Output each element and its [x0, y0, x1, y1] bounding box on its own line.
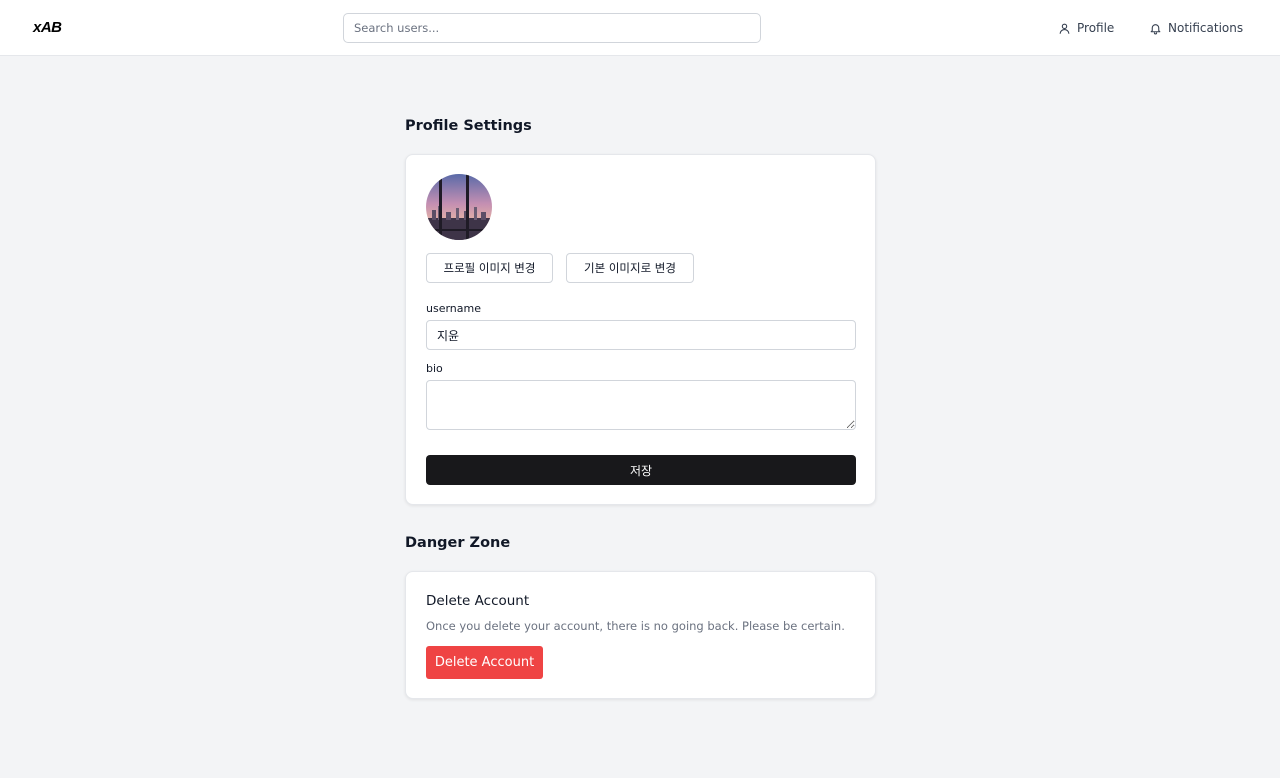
app-logo[interactable]: xAB [33, 19, 62, 36]
delete-account-warning: Once you delete your account, there is n… [426, 619, 845, 633]
bio-label: bio [426, 362, 443, 375]
nav-profile-link[interactable]: Profile [1058, 18, 1114, 38]
profile-settings-title: Profile Settings [405, 118, 532, 134]
profile-avatar [426, 174, 492, 240]
bio-textarea[interactable] [426, 380, 856, 430]
user-icon [1058, 22, 1071, 35]
profile-settings-card: 프로필 이미지 변경 기본 이미지로 변경 username bio 저장 [405, 154, 876, 505]
delete-account-button[interactable]: Delete Account [426, 646, 543, 679]
nav-notifications-label: Notifications [1168, 21, 1244, 35]
nav-notifications-link[interactable]: Notifications [1149, 18, 1243, 38]
nav-profile-label: Profile [1077, 21, 1115, 35]
change-profile-image-button[interactable]: 프로필 이미지 변경 [426, 253, 553, 283]
username-input[interactable] [426, 320, 856, 350]
bell-icon [1149, 22, 1162, 35]
danger-zone-card: Delete Account Once you delete your acco… [405, 571, 876, 699]
reset-default-image-button[interactable]: 기본 이미지로 변경 [566, 253, 694, 283]
danger-zone-title: Danger Zone [405, 535, 511, 551]
save-button[interactable]: 저장 [426, 455, 856, 485]
search-users-input[interactable] [343, 13, 761, 43]
delete-account-heading: Delete Account [426, 593, 530, 609]
top-navigation-bar: xAB Profile Notifications [0, 0, 1280, 56]
username-label: username [426, 302, 481, 315]
